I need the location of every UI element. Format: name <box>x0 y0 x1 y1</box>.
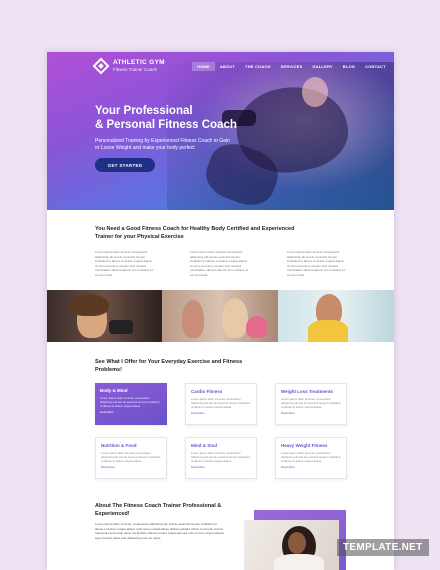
smiling-woman-photo <box>278 290 394 342</box>
hero-title-line-2: & Personal Fitness Coach <box>95 119 237 131</box>
face-shape <box>288 532 306 554</box>
coach-portrait-photo <box>244 520 339 570</box>
dumbbell-workout-photo <box>47 290 162 342</box>
service-card-text: Lorem ipsum dolor sit amet, consectetur … <box>191 397 251 409</box>
about-heading: About The Fitness Coach Trainer Professi… <box>95 503 222 517</box>
service-card-nutrition-food[interactable]: Nutrition & Food Lorem ipsum dolor sit a… <box>95 437 167 479</box>
hair-shape <box>69 294 109 316</box>
nav-item-home[interactable]: HOME <box>192 62 215 71</box>
main-nav: HOME ABOUT THE COACH SERVICES GALLERY BL… <box>192 62 391 71</box>
read-more-link[interactable]: Read More <box>281 465 341 469</box>
dumbbell-icon <box>109 320 133 334</box>
nav-item-services[interactable]: SERVICES <box>276 62 308 71</box>
service-card-title: Nutrition & Food <box>101 443 137 448</box>
brand-logo[interactable]: ATHLETIC GYM Fitness Trainer Coach <box>92 57 165 75</box>
template-net-watermark: TEMPLATE.NET <box>337 539 429 556</box>
service-card-text: Lorem ipsum dolor sit amet, consectetur … <box>191 451 251 463</box>
get-started-button[interactable]: GET STARTED <box>95 158 155 172</box>
read-more-link[interactable]: Read More <box>191 465 251 469</box>
brand-subtitle: Fitness Trainer Coach <box>113 66 158 72</box>
read-more-link[interactable]: Read More <box>281 411 341 415</box>
intro-column-3: Lorem ipsum dolor sit amet consectetur a… <box>287 250 346 277</box>
service-card-cardio-fitness[interactable]: Cardio Fitness Lorem ipsum dolor sit ame… <box>185 383 257 425</box>
intro-column-2: Lorem ipsum dolor sit amet consectetur a… <box>190 250 249 277</box>
service-card-title: Heavy Weight Fitness <box>281 443 328 448</box>
person-figure-2 <box>222 298 248 338</box>
brand-title: ATHLETIC GYM <box>113 59 165 66</box>
hero-banner: ATHLETIC GYM Fitness Trainer Coach HOME … <box>47 52 394 210</box>
service-card-text: Lorem ipsum dolor sit amet, consectetur … <box>100 396 160 408</box>
read-more-link[interactable]: Read More <box>101 465 161 469</box>
services-heading: See What I Offer for Your Everyday Exerc… <box>95 359 243 373</box>
service-card-text: Lorem ipsum dolor sit amet, consectetur … <box>281 451 341 463</box>
stretching-class-photo <box>162 290 278 342</box>
read-more-link[interactable]: Read More <box>100 410 162 414</box>
service-card-weight-loss[interactable]: Weight Loss Treatments Lorem ipsum dolor… <box>275 383 347 425</box>
photo-strip <box>47 290 394 342</box>
hero-title: Your Professional & Personal Fitness Coa… <box>95 104 237 132</box>
read-more-link[interactable]: Read More <box>191 411 251 415</box>
logo-diamond-icon <box>92 57 110 75</box>
pink-outfit-shape <box>246 316 268 338</box>
service-card-title: Body & Mind <box>100 388 128 393</box>
hero-title-line-1: Your Professional <box>95 105 193 117</box>
service-card-body-mind[interactable]: Body & Mind Lorem ipsum dolor sit amet, … <box>95 383 167 425</box>
service-card-title: Weight Loss Treatments <box>281 389 333 394</box>
yellow-top-shape <box>308 320 348 342</box>
service-card-text: Lorem ipsum dolor sit amet, consectetur … <box>101 451 161 463</box>
athlete-head-shape <box>302 77 328 107</box>
nav-item-contact[interactable]: CONTACT <box>360 62 391 71</box>
about-text: Lorem ipsum dolor sit amet, consectetur … <box>95 522 224 541</box>
website-template: ATHLETIC GYM Fitness Trainer Coach HOME … <box>47 52 394 570</box>
service-card-title: Cardio Fitness <box>191 389 223 394</box>
intro-heading: You Need a Good Fitness Coach for Health… <box>95 226 295 240</box>
service-card-title: Mind & Soul <box>191 443 217 448</box>
hero-subtitle: Personalized Training by Experienced Fit… <box>95 138 230 151</box>
nav-item-blog[interactable]: BLOG <box>338 62 360 71</box>
intro-column-1: Lorem ipsum dolor sit amet consectetur a… <box>95 250 154 277</box>
service-card-heavy-weight[interactable]: Heavy Weight Fitness Lorem ipsum dolor s… <box>275 437 347 479</box>
person-figure-1 <box>182 300 204 338</box>
nav-item-gallery[interactable]: GALLERY <box>307 62 337 71</box>
service-card-mind-soul[interactable]: Mind & Soul Lorem ipsum dolor sit amet, … <box>185 437 257 479</box>
service-card-text: Lorem ipsum dolor sit amet, consectetur … <box>281 397 341 409</box>
body-shape <box>274 554 324 570</box>
nav-item-the-coach[interactable]: THE COACH <box>240 62 276 71</box>
nav-item-about[interactable]: ABOUT <box>215 62 240 71</box>
